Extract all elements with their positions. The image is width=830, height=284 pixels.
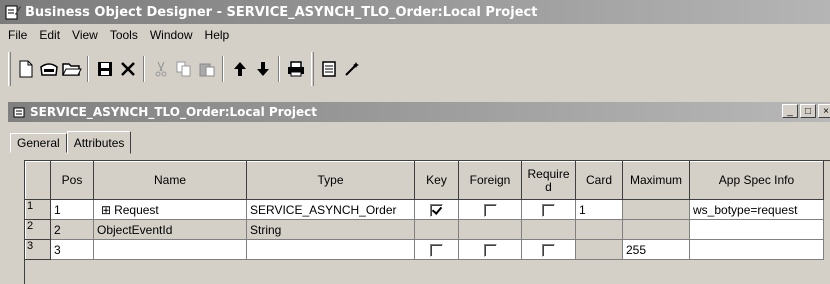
tab-general[interactable]: General <box>10 133 67 153</box>
app-icon <box>5 5 21 20</box>
cell-required[interactable] <box>521 239 576 260</box>
cell-name-text: Request <box>114 202 159 217</box>
cell-foreign[interactable] <box>458 219 522 240</box>
column-header-maximum[interactable]: Maximum <box>622 161 690 200</box>
toolbar-separator <box>278 56 280 82</box>
cell-key[interactable] <box>414 219 459 240</box>
cell-maximum[interactable]: 255 <box>622 239 690 260</box>
app-titlebar: Business Object Designer - SERVICE_ASYNC… <box>0 0 830 24</box>
new-icon[interactable] <box>14 56 37 82</box>
column-header-required[interactable]: Required <box>521 161 576 200</box>
cell-name[interactable] <box>93 239 247 260</box>
tab-attributes[interactable]: Attributes <box>66 131 132 154</box>
cell-card[interactable] <box>575 219 623 240</box>
open-icon[interactable] <box>37 56 60 82</box>
required-checkbox[interactable] <box>542 203 555 217</box>
column-header-foreign[interactable]: Foreign <box>458 161 522 200</box>
cell-card[interactable]: 1 <box>575 199 623 220</box>
toolbar-separator <box>143 56 145 82</box>
toolbar-separator <box>222 56 224 82</box>
cell-key[interactable] <box>414 199 459 220</box>
delete-icon[interactable] <box>116 56 139 82</box>
print-icon[interactable] <box>284 56 307 82</box>
menu-bar: File Edit View Tools Window Help <box>0 24 830 46</box>
cell-maximum[interactable] <box>622 219 690 240</box>
table-row[interactable]: 2 2 ObjectEventId String <box>25 219 824 240</box>
cell-app-spec-info[interactable] <box>689 239 824 260</box>
cell-type[interactable] <box>246 239 415 260</box>
document-icon <box>13 107 25 118</box>
key-checkbox[interactable] <box>430 203 443 217</box>
move-down-icon[interactable] <box>251 56 274 82</box>
wand-icon[interactable] <box>340 56 363 82</box>
cell-type[interactable]: String <box>246 219 415 240</box>
cell-key[interactable] <box>414 239 459 260</box>
cell-app-spec-info[interactable]: ws_botype=request <box>689 199 824 220</box>
cell-required[interactable] <box>521 219 576 240</box>
menu-tools[interactable]: Tools <box>104 28 144 42</box>
column-header-key[interactable]: Key <box>414 161 459 200</box>
foreign-checkbox[interactable] <box>483 243 497 257</box>
toolbar-separator <box>87 56 89 82</box>
menu-help[interactable]: Help <box>199 28 236 42</box>
cell-name[interactable]: ⊞ Request <box>93 199 247 220</box>
cell-maximum[interactable] <box>622 199 690 220</box>
expand-icon[interactable]: ⊞ <box>101 203 111 217</box>
document-titlebar: SERVICE_ASYNCH_TLO_Order:Local Project _… <box>8 102 830 122</box>
cell-pos[interactable]: 3 <box>50 239 94 260</box>
tab-strip: General Attributes <box>10 131 132 154</box>
menu-view[interactable]: View <box>66 28 104 42</box>
column-header-pos[interactable]: Pos <box>50 161 94 200</box>
document-title: SERVICE_ASYNCH_TLO_Order:Local Project <box>30 105 317 119</box>
move-up-icon[interactable] <box>228 56 251 82</box>
cell-foreign[interactable] <box>458 199 522 220</box>
table-row[interactable]: 3 3 255 <box>25 239 824 260</box>
grid-header-row: Pos Name Type Key Foreign Required Card … <box>25 161 824 200</box>
cell-name[interactable]: ObjectEventId <box>93 219 247 240</box>
cell-card[interactable] <box>575 239 623 260</box>
cut-icon[interactable] <box>149 56 172 82</box>
column-header-app-spec-info[interactable]: App Spec Info <box>689 161 824 200</box>
menu-edit[interactable]: Edit <box>33 28 66 42</box>
save-icon[interactable] <box>93 56 116 82</box>
cell-pos[interactable]: 2 <box>50 219 94 240</box>
window-title: Business Object Designer - SERVICE_ASYNC… <box>25 4 538 20</box>
cell-required[interactable] <box>521 199 576 220</box>
attributes-grid-frame: Pos Name Type Key Foreign Required Card … <box>24 160 830 284</box>
toolbar <box>0 48 830 90</box>
cell-foreign[interactable] <box>458 239 522 260</box>
cell-app-spec-info[interactable] <box>689 219 824 240</box>
column-header-card[interactable]: Card <box>575 161 623 200</box>
key-checkbox[interactable] <box>430 243 443 257</box>
toolbar-grip[interactable] <box>311 52 314 86</box>
row-number[interactable]: 2 <box>25 219 51 240</box>
attributes-grid: Pos Name Type Key Foreign Required Card … <box>25 161 824 260</box>
minimize-button[interactable]: _ <box>782 104 798 118</box>
maximize-button[interactable]: □ <box>800 104 816 118</box>
foreign-checkbox[interactable] <box>483 203 497 217</box>
column-header-name[interactable]: Name <box>93 161 247 200</box>
row-number[interactable]: 1 <box>25 199 51 220</box>
table-row[interactable]: 1 1 ⊞ Request SERVICE_ASYNCH_Order 1 ws_b… <box>25 199 824 220</box>
menu-file[interactable]: File <box>2 28 33 42</box>
menu-window[interactable]: Window <box>144 28 199 42</box>
copy-icon[interactable] <box>172 56 195 82</box>
window-controls: _ □ × <box>780 104 830 118</box>
column-header-type[interactable]: Type <box>246 161 415 200</box>
properties-icon[interactable] <box>317 56 340 82</box>
cell-type[interactable]: SERVICE_ASYNCH_Order <box>246 199 415 220</box>
corner-header[interactable] <box>25 161 51 200</box>
required-checkbox[interactable] <box>542 243 555 257</box>
row-number[interactable]: 3 <box>25 239 51 260</box>
cell-pos[interactable]: 1 <box>50 199 94 220</box>
paste-icon[interactable] <box>195 56 218 82</box>
open-folder-icon[interactable] <box>60 56 83 82</box>
close-button[interactable]: × <box>818 104 830 118</box>
toolbar-grip[interactable] <box>8 52 11 86</box>
